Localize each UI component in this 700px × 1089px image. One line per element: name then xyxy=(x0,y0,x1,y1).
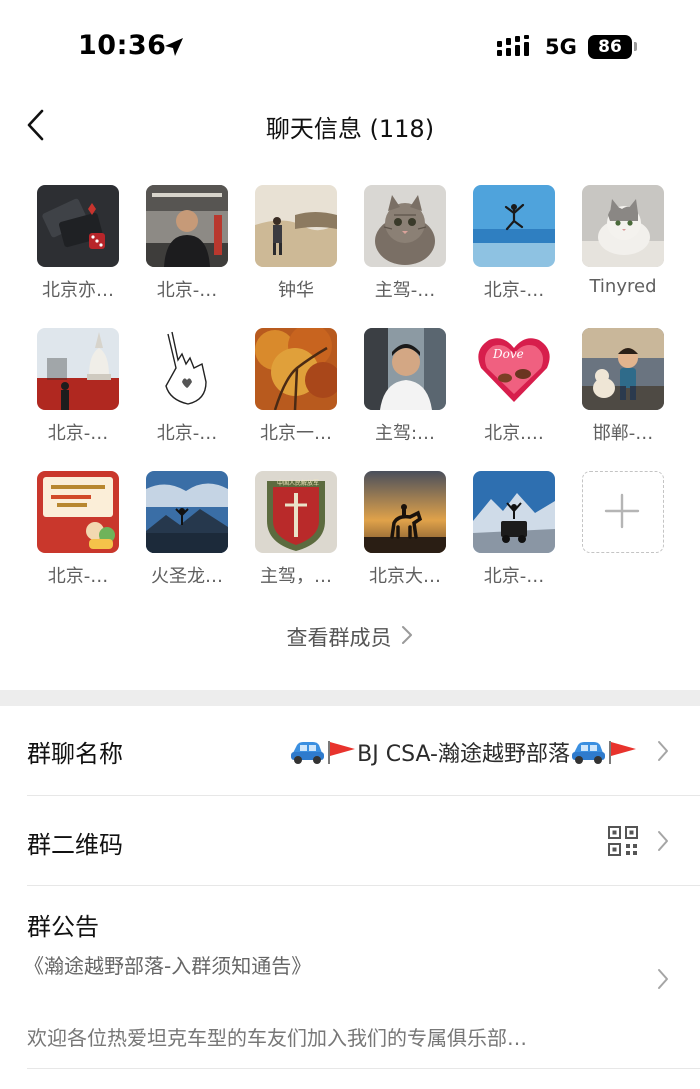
tabby-cat-avatar xyxy=(364,185,446,267)
member-name: 邯郸-… xyxy=(592,423,654,444)
car-icon xyxy=(572,742,605,764)
svg-text:中国人民解放军: 中国人民解放军 xyxy=(277,479,319,487)
member-item[interactable]: 北京-… xyxy=(458,471,568,596)
heart-chocolate-avatar: Dove xyxy=(473,328,555,410)
battery-icon: 86 xyxy=(588,35,632,59)
battery-tip xyxy=(634,42,637,51)
member-item[interactable]: 火圣龙… xyxy=(131,471,241,596)
member-item[interactable]: Tinyred xyxy=(567,185,677,310)
group-notice-label: 群公告 xyxy=(27,913,99,941)
red-card-avatar xyxy=(37,471,119,553)
group-name-row[interactable]: 群聊名称 BJ CSA-瀚途越野部落 xyxy=(0,706,700,796)
military-badge-avatar: 中国人民解放军 xyxy=(255,471,337,553)
section-divider xyxy=(0,690,700,706)
man-in-car-avatar xyxy=(364,328,446,410)
plus-icon xyxy=(605,494,640,529)
member-item[interactable]: 北京-… xyxy=(22,328,132,453)
member-name: 北京.… xyxy=(484,423,544,444)
member-name: 北京亦… xyxy=(42,280,114,301)
member-name: 北京-… xyxy=(47,566,109,587)
battery-level: 86 xyxy=(598,37,622,57)
member-name: Tinyred xyxy=(589,276,657,297)
location-arrow-icon xyxy=(165,38,183,56)
add-member-button[interactable] xyxy=(567,471,677,596)
cards-dice-avatar xyxy=(37,185,119,267)
red-flag-icon xyxy=(609,741,636,764)
beach-jump-avatar xyxy=(473,185,555,267)
member-item[interactable]: 邯郸-… xyxy=(567,328,677,453)
man-in-station-avatar xyxy=(146,185,228,267)
signal-bars-icon xyxy=(497,35,529,56)
member-item[interactable]: 北京-… xyxy=(131,185,241,310)
qr-code-label: 群二维码 xyxy=(27,831,123,859)
red-flag-icon xyxy=(328,741,356,764)
qr-code-row[interactable]: 群二维码 xyxy=(0,796,700,886)
member-item[interactable]: 主驾-… xyxy=(349,185,459,310)
view-members-label: 查看群成员 xyxy=(286,626,392,650)
member-item[interactable]: 北京一… xyxy=(240,328,350,453)
group-name-value: BJ CSA-瀚途越野部落 xyxy=(357,742,570,767)
group-notice-body: 欢迎各位热爱坦克车型的车友们加入我们的专属俱乐部… xyxy=(27,1026,527,1050)
nav-bar: 聊天信息 (118) xyxy=(0,95,700,157)
member-item[interactable]: 北京-… xyxy=(22,471,132,596)
member-item[interactable]: 北京-… xyxy=(131,328,241,453)
autumn-tree-avatar xyxy=(255,328,337,410)
desert-walker-avatar xyxy=(255,185,337,267)
member-item[interactable]: 主驾:… xyxy=(349,328,459,453)
chevron-right-icon xyxy=(658,969,668,989)
member-name: 主驾，… xyxy=(260,566,332,587)
row-divider xyxy=(27,1068,700,1069)
jeep-mountain-avatar xyxy=(473,471,555,553)
mountain-lake-avatar xyxy=(146,471,228,553)
group-name-label: 群聊名称 xyxy=(27,740,123,768)
member-name: 北京-… xyxy=(483,566,545,587)
chevron-right-icon xyxy=(658,831,668,851)
page-title: 聊天信息 (118) xyxy=(265,115,435,143)
member-item[interactable]: 北京亦… xyxy=(22,185,132,310)
member-item[interactable]: 钟华 xyxy=(240,185,350,310)
qr-code-icon xyxy=(608,826,638,856)
group-name-value-wrap: BJ CSA-瀚途越野部落 xyxy=(289,736,638,768)
member-name: 北京-… xyxy=(483,280,545,301)
network-type: 5G xyxy=(545,35,577,59)
group-notice-title: 《瀚途越野部落-入群须知通告》 xyxy=(24,954,312,978)
chevron-right-icon xyxy=(658,741,668,761)
white-pagoda-avatar xyxy=(37,328,119,410)
hand-sketch-avatar xyxy=(146,328,228,410)
horse-rider-avatar xyxy=(364,471,446,553)
member-item[interactable]: Dove 北京.… xyxy=(458,328,568,453)
chevron-right-icon xyxy=(401,626,412,644)
member-item[interactable]: 中国人民解放军 主驾，… xyxy=(240,471,350,596)
member-name: 北京-… xyxy=(156,423,218,444)
add-member-tile[interactable] xyxy=(582,471,664,553)
view-members-link[interactable]: 查看群成员 xyxy=(0,622,700,652)
member-name: 主驾-… xyxy=(374,280,436,301)
member-name: 北京一… xyxy=(260,423,332,444)
member-name: 北京-… xyxy=(47,423,109,444)
member-name: 主驾:… xyxy=(374,423,436,444)
member-item[interactable]: 北京-… xyxy=(458,185,568,310)
member-name: 北京-… xyxy=(156,280,218,301)
member-name: 北京大… xyxy=(369,566,441,587)
svg-text:Dove: Dove xyxy=(492,347,524,361)
car-icon xyxy=(291,742,325,764)
status-bar: 10:36 5G 86 xyxy=(0,0,700,95)
member-item[interactable]: 北京大… xyxy=(349,471,459,596)
member-name: 火圣龙… xyxy=(151,566,223,587)
white-cat-avatar xyxy=(582,185,664,267)
boy-with-dog-avatar xyxy=(582,328,664,410)
member-name: 钟华 xyxy=(278,280,314,301)
status-time: 10:36 xyxy=(78,30,167,61)
